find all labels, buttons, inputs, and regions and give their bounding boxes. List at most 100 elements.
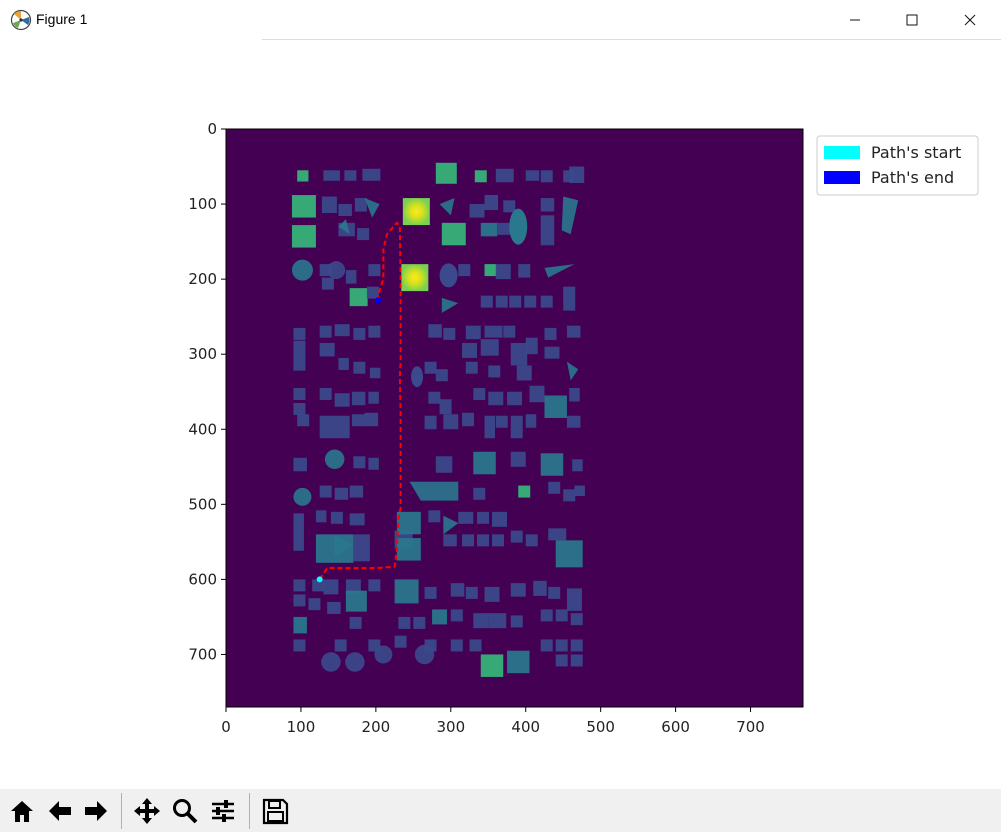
building-shape xyxy=(349,513,365,526)
building-shape xyxy=(465,325,481,340)
toolbar-separator xyxy=(249,793,250,829)
y-axis-ticks: 0 100 200 300 400 500 600 700 xyxy=(188,120,226,663)
building-shape xyxy=(555,609,568,622)
save-button[interactable] xyxy=(259,795,291,827)
building-shape xyxy=(338,204,352,217)
building-shape xyxy=(349,616,362,629)
building-shape xyxy=(548,481,561,494)
building-shape xyxy=(424,361,437,374)
plot-svg[interactable]: 0 100 200 300 400 500 600 700 0 100 200 300 400 500 6… xyxy=(0,40,1001,789)
building-shape xyxy=(509,295,522,308)
building-shape xyxy=(469,639,482,652)
building-shape xyxy=(473,487,486,500)
circular-shape xyxy=(414,644,435,665)
y-tick-label: 700 xyxy=(188,645,217,663)
building-shape xyxy=(516,365,532,381)
close-icon xyxy=(964,14,976,26)
building-shape xyxy=(484,415,496,439)
forward-button[interactable] xyxy=(80,795,112,827)
building-shape xyxy=(353,534,370,562)
zoom-button[interactable] xyxy=(169,795,201,827)
home-button[interactable] xyxy=(6,795,38,827)
navigation-toolbar xyxy=(0,789,1001,832)
maximize-button[interactable] xyxy=(883,0,941,40)
building-shape xyxy=(353,456,366,469)
building-shape xyxy=(462,534,475,547)
building-shape xyxy=(368,391,379,404)
building-shape xyxy=(510,342,528,366)
circular-shape xyxy=(374,645,393,664)
matplotlib-icon xyxy=(10,9,32,31)
building-shape xyxy=(424,415,437,430)
pan-button[interactable] xyxy=(131,795,163,827)
building-shape xyxy=(510,415,523,439)
x-tick-label: 700 xyxy=(736,718,765,736)
building-shape xyxy=(529,385,545,403)
building-shape xyxy=(293,340,306,371)
path-start-marker xyxy=(316,576,323,583)
x-tick-label: 200 xyxy=(362,718,391,736)
back-button[interactable] xyxy=(44,795,76,827)
building-shape xyxy=(566,588,582,611)
building-shape xyxy=(330,511,343,524)
building-shape xyxy=(334,639,347,652)
building-shape xyxy=(345,590,367,612)
building-shape xyxy=(293,327,306,340)
building-shape xyxy=(563,489,576,502)
x-tick-label: 500 xyxy=(586,718,615,736)
building-shape xyxy=(484,264,497,277)
circular-shape xyxy=(345,652,365,672)
building-shape xyxy=(473,613,489,629)
building-shape xyxy=(462,342,478,358)
building-shape xyxy=(518,485,531,498)
building-shape xyxy=(525,337,538,355)
building-shape xyxy=(368,325,381,338)
building-shape xyxy=(450,639,463,652)
building-shape xyxy=(458,511,474,524)
building-shape xyxy=(544,327,557,340)
minimize-button[interactable] xyxy=(826,0,884,40)
x-tick-label: 0 xyxy=(221,718,231,736)
building-shape xyxy=(533,580,547,596)
building-shape xyxy=(394,579,419,604)
y-tick-label: 400 xyxy=(188,420,217,438)
building-shape xyxy=(293,457,307,472)
building-shape xyxy=(540,198,555,212)
building-shape xyxy=(293,594,306,607)
building-shape xyxy=(492,534,505,547)
building-shape xyxy=(540,453,564,476)
y-tick-label: 300 xyxy=(188,345,217,363)
building-shape xyxy=(396,511,421,535)
building-shape xyxy=(321,277,334,290)
building-shape xyxy=(548,586,561,599)
building-shape xyxy=(570,613,583,626)
building-shape xyxy=(495,415,508,428)
building-shape xyxy=(495,168,514,183)
building-shape xyxy=(488,391,504,406)
y-tick-label: 100 xyxy=(188,195,217,213)
x-tick-label: 600 xyxy=(661,718,690,736)
building-shape xyxy=(443,327,456,340)
building-shape xyxy=(484,325,503,338)
building-shape xyxy=(540,609,553,622)
building-shape xyxy=(555,540,583,568)
building-shape xyxy=(368,457,379,470)
building-shape xyxy=(351,391,366,406)
building-shape xyxy=(349,485,364,498)
building-shape xyxy=(293,639,306,652)
building-shape xyxy=(293,402,306,415)
building-shape xyxy=(544,395,567,418)
configure-subplots-button[interactable] xyxy=(207,795,239,827)
building-shape xyxy=(488,365,501,378)
building-shape xyxy=(469,204,485,218)
building-shape xyxy=(394,635,407,648)
building-shape xyxy=(443,534,457,547)
building-shape xyxy=(428,510,441,523)
building-shape xyxy=(488,613,507,629)
building-shape xyxy=(465,586,478,599)
building-shape xyxy=(510,615,523,628)
building-shape xyxy=(344,170,357,181)
building-shape xyxy=(480,339,499,356)
close-button[interactable] xyxy=(941,0,999,40)
figure-canvas[interactable]: 0 100 200 300 400 500 600 700 0 100 200 300 400 500 6… xyxy=(0,40,1001,789)
